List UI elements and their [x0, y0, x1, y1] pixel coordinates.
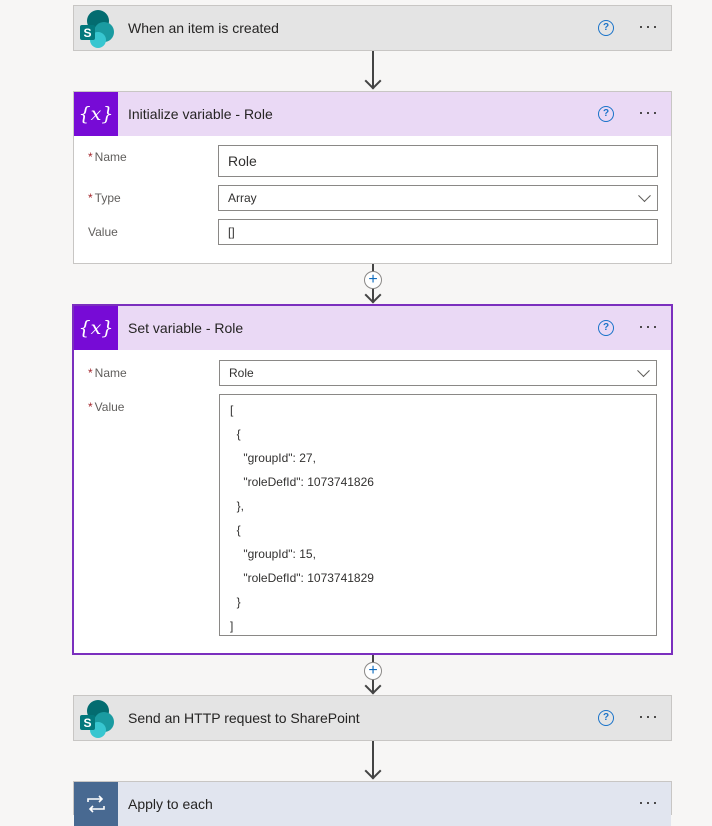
code-line: },: [230, 499, 245, 513]
set-variable-name-dropdown[interactable]: Role: [219, 360, 657, 386]
add-step-button[interactable]: +: [364, 271, 382, 289]
svg-text:{x}: {x}: [80, 317, 112, 339]
code-line: [: [230, 403, 234, 417]
help-icon[interactable]: ?: [598, 320, 614, 336]
arrow-down-icon: [364, 677, 382, 695]
value-label: Value: [88, 225, 118, 239]
name-label-text: Name: [94, 366, 127, 380]
name-label: * Name: [88, 150, 127, 164]
http-request-header[interactable]: S Send an HTTP request to SharePoint ? ·…: [74, 696, 671, 740]
value-label-text: Value: [94, 400, 125, 414]
help-icon[interactable]: ?: [598, 20, 614, 36]
value-label-text: Value: [88, 225, 118, 239]
type-label: * Type: [88, 191, 121, 205]
trigger-title: When an item is created: [128, 20, 279, 36]
arrow-down-icon: [364, 286, 382, 304]
help-icon[interactable]: ?: [598, 710, 614, 726]
variable-name-value: Role: [228, 153, 257, 169]
name-label: * Name: [88, 366, 127, 380]
sharepoint-icon: S: [74, 696, 118, 740]
svg-text:S: S: [83, 716, 91, 730]
set-variable-card[interactable]: {x} Set variable - Role ? ··· * Name Role…: [72, 304, 673, 655]
variable-type-dropdown[interactable]: Array: [218, 185, 658, 211]
trigger-card[interactable]: S When an item is created ? ···: [73, 5, 672, 51]
http-request-card[interactable]: S Send an HTTP request to SharePoint ? ·…: [73, 695, 672, 741]
more-options-icon[interactable]: ···: [638, 793, 659, 811]
more-options-icon[interactable]: ···: [638, 707, 659, 725]
set-variable-name-value: Role: [229, 366, 254, 380]
sharepoint-icon: S: [74, 6, 118, 50]
arrow-down-icon: [364, 762, 382, 780]
svg-text:{x}: {x}: [80, 103, 112, 125]
required-mark: *: [88, 150, 93, 164]
code-line: "groupId": 15,: [230, 547, 316, 561]
chevron-down-icon: [638, 189, 651, 203]
variable-value-input[interactable]: []: [218, 219, 658, 245]
trigger-header[interactable]: S When an item is created ? ···: [74, 6, 671, 50]
help-icon[interactable]: ?: [598, 106, 614, 122]
more-options-icon[interactable]: ···: [638, 103, 659, 121]
apply-to-each-title: Apply to each: [128, 796, 213, 812]
initialize-variable-card[interactable]: {x} Initialize variable - Role ? ··· * Na…: [73, 91, 672, 264]
code-line: "roleDefId": 1073741829: [230, 571, 374, 585]
apply-to-each-card[interactable]: Apply to each ···: [73, 781, 672, 826]
apply-to-each-header[interactable]: Apply to each ···: [74, 782, 671, 826]
code-line: "roleDefId": 1073741826: [230, 475, 374, 489]
variable-name-input[interactable]: Role: [218, 145, 658, 177]
type-label-text: Type: [94, 191, 121, 205]
initialize-variable-header[interactable]: {x} Initialize variable - Role ? ···: [74, 92, 671, 136]
code-line: {: [230, 523, 241, 537]
set-variable-header[interactable]: {x} Set variable - Role ? ···: [74, 306, 671, 350]
http-request-title: Send an HTTP request to SharePoint: [128, 710, 360, 726]
set-variable-title: Set variable - Role: [128, 320, 244, 336]
code-line: ]: [230, 619, 234, 633]
chevron-down-icon: [637, 364, 650, 378]
name-label-text: Name: [94, 150, 127, 164]
add-step-button[interactable]: +: [364, 662, 382, 680]
code-line: {: [230, 427, 241, 441]
required-mark: *: [88, 366, 93, 380]
more-options-icon[interactable]: ···: [638, 17, 659, 35]
svg-text:S: S: [83, 26, 91, 40]
code-line: }: [230, 595, 241, 609]
variable-value-text: []: [228, 225, 235, 239]
arrow-down-icon: [364, 72, 382, 90]
loop-icon: [74, 782, 118, 826]
required-mark: *: [88, 400, 93, 414]
initialize-variable-title: Initialize variable - Role: [128, 106, 273, 122]
variable-icon: {x}: [74, 306, 118, 350]
variable-type-value: Array: [228, 191, 257, 205]
set-variable-value-editor[interactable]: [ { "groupId": 27, "roleDefId": 10737418…: [219, 394, 657, 636]
value-label: * Value: [88, 400, 124, 414]
more-options-icon[interactable]: ···: [638, 317, 659, 335]
required-mark: *: [88, 191, 93, 205]
code-line: "groupId": 27,: [230, 451, 316, 465]
variable-icon: {x}: [74, 92, 118, 136]
